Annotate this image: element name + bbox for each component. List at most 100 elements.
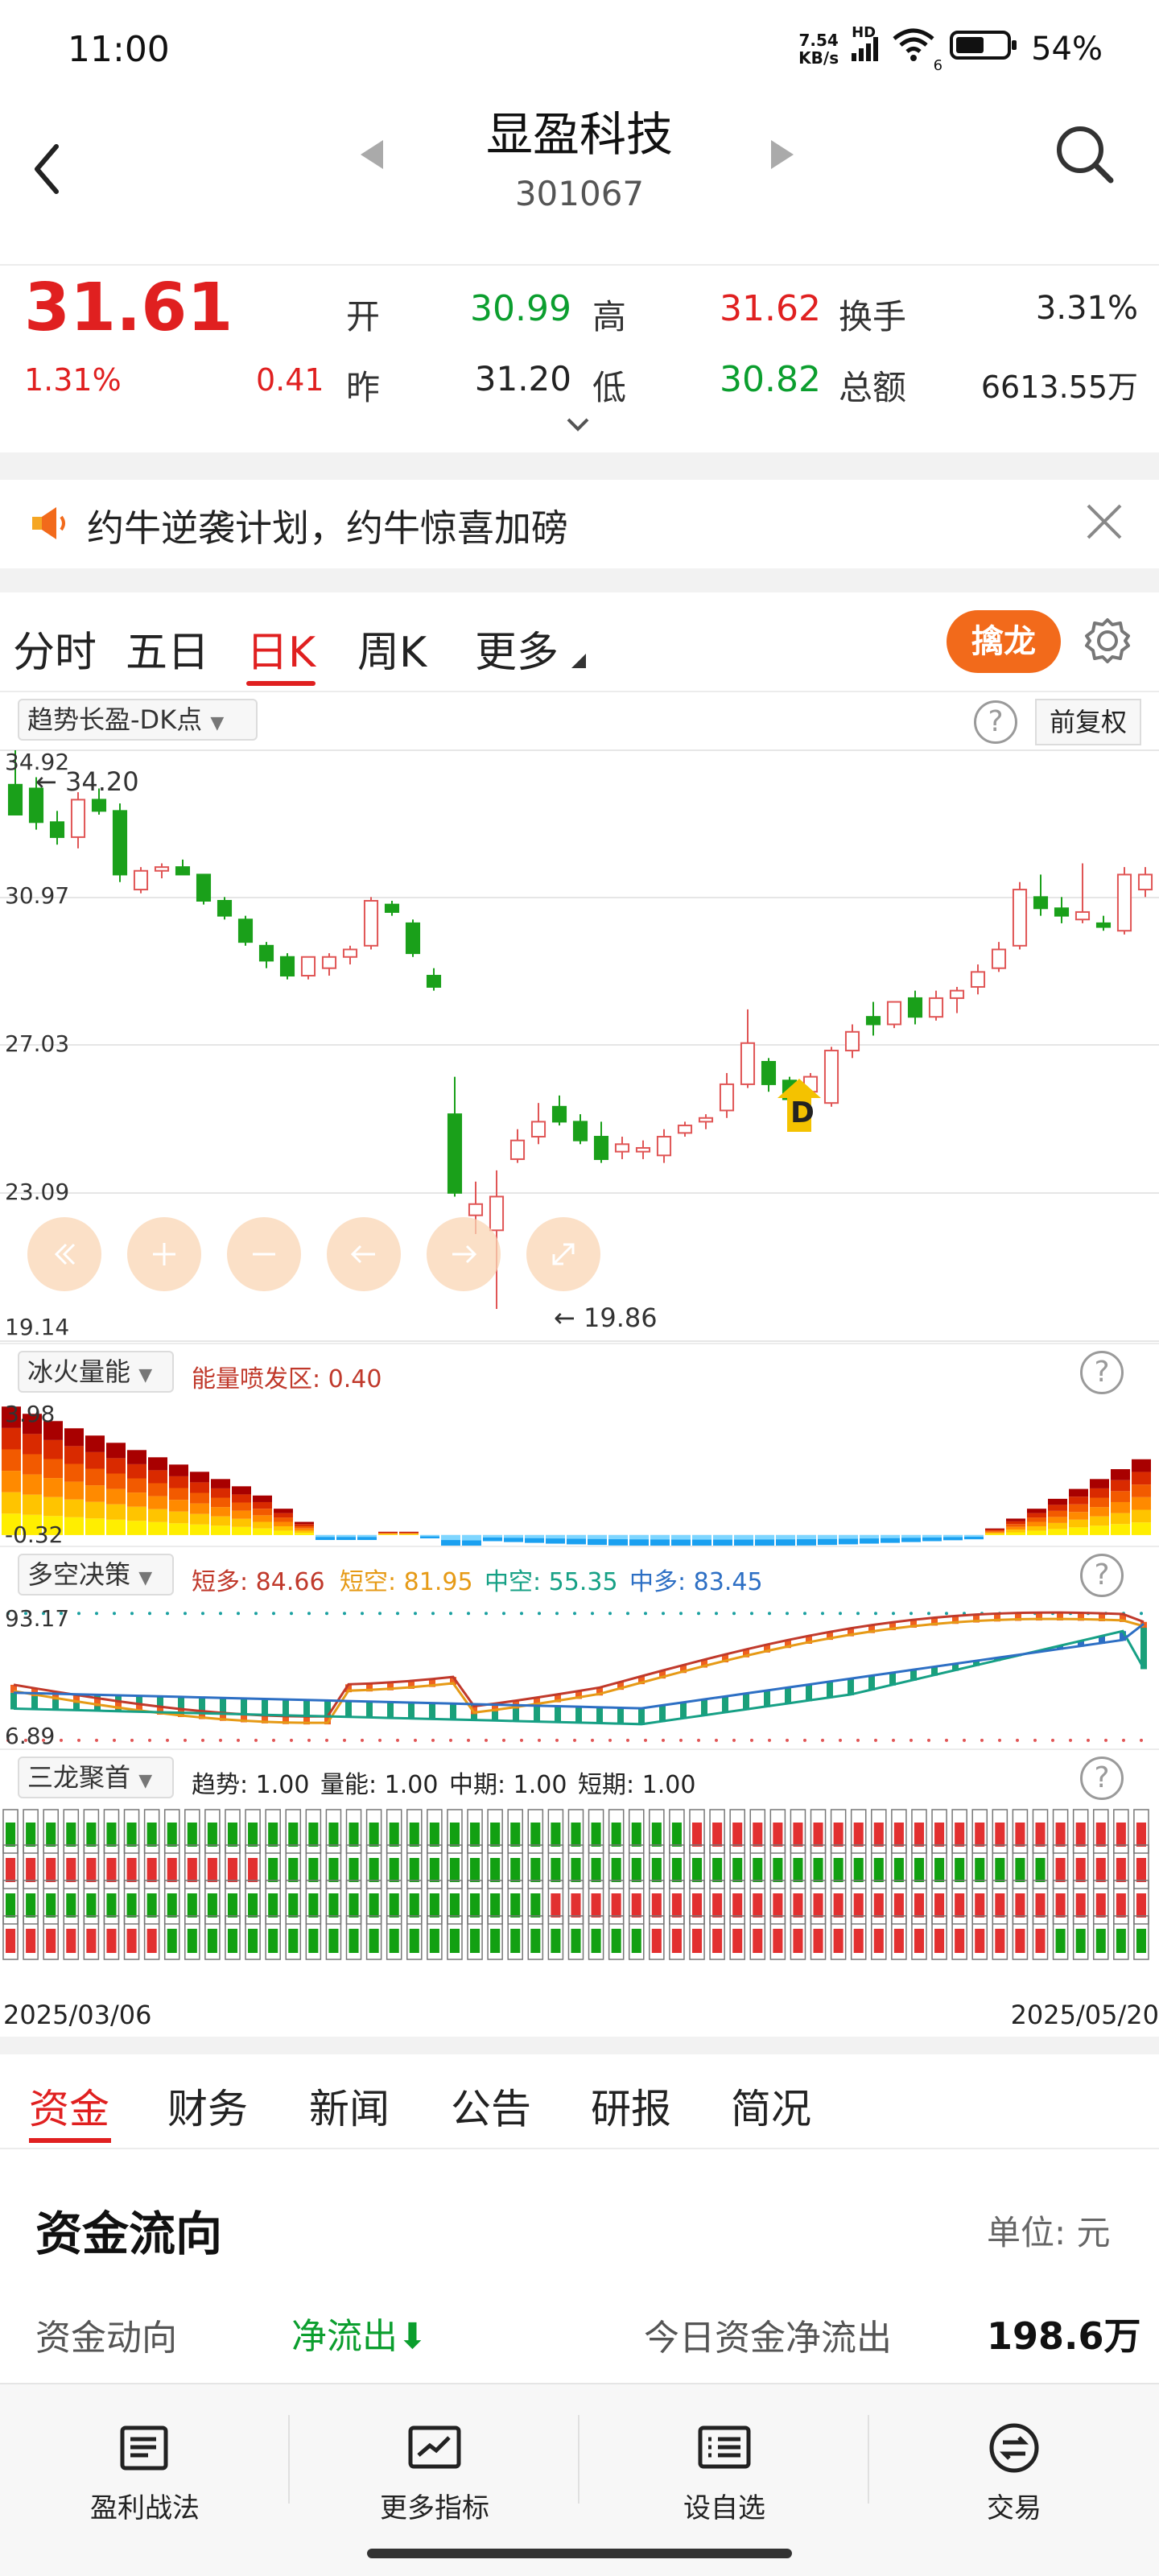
nav-add-watchlist[interactable]: 设自选 bbox=[604, 2421, 845, 2525]
chevron-down-icon[interactable] bbox=[563, 415, 592, 439]
amount-value: 6613.55万 bbox=[980, 369, 1138, 405]
vol-bar bbox=[985, 1530, 1004, 1532]
vol-bar-top bbox=[546, 1534, 565, 1539]
main-indicator-select[interactable]: 趋势长盈-DK点 ▼ bbox=[18, 699, 258, 741]
sl-cell bbox=[1015, 1858, 1025, 1882]
sl-cell bbox=[46, 1893, 56, 1918]
threshold-dot bbox=[892, 1612, 895, 1616]
threshold-dot bbox=[396, 1612, 399, 1616]
sl-chart bbox=[2, 1809, 1149, 1960]
vol-bar bbox=[1069, 1527, 1088, 1535]
dk-fill-bar bbox=[283, 1699, 289, 1716]
vol-bar bbox=[399, 1534, 419, 1535]
help-icon[interactable]: ? bbox=[1080, 1554, 1124, 1597]
tab-five-day[interactable]: 五日 bbox=[126, 618, 209, 679]
tab-finance[interactable]: 财务 bbox=[167, 2077, 248, 2135]
gear-icon[interactable] bbox=[1082, 615, 1133, 670]
vol-bar bbox=[1048, 1529, 1067, 1535]
tab-profile[interactable]: 简况 bbox=[731, 2077, 811, 2135]
vol-bar-top bbox=[860, 1534, 879, 1539]
tab-research[interactable]: 研报 bbox=[591, 2077, 671, 2135]
sl-cell bbox=[914, 1823, 925, 1847]
sl-cell bbox=[349, 1893, 359, 1918]
tab-fund[interactable]: 资金 bbox=[29, 2077, 109, 2135]
threshold-dot bbox=[679, 1738, 683, 1742]
sl-cell bbox=[793, 1823, 803, 1847]
nav-separator bbox=[288, 2415, 290, 2504]
scroll-start-icon[interactable] bbox=[27, 1217, 101, 1291]
vol-bar bbox=[211, 1516, 230, 1526]
sl-cell bbox=[1055, 1858, 1066, 1882]
vol-bar bbox=[169, 1511, 188, 1524]
candle-body bbox=[991, 948, 1007, 969]
sl-cell bbox=[691, 1893, 703, 1918]
threshold-dot bbox=[414, 1738, 417, 1742]
candle-body bbox=[196, 873, 212, 902]
tab-daily-k[interactable]: 日K bbox=[246, 618, 316, 679]
tab-announcement[interactable]: 公告 bbox=[451, 2077, 531, 2135]
vol-bar bbox=[1006, 1521, 1025, 1525]
dropdown-icon: ▼ bbox=[138, 1365, 153, 1385]
threshold-dot bbox=[786, 1612, 789, 1616]
sl-indicator-select[interactable]: 三龙聚首 ▼ bbox=[18, 1757, 174, 1798]
scroll-right-icon[interactable] bbox=[427, 1217, 501, 1291]
scroll-left-icon[interactable] bbox=[327, 1217, 401, 1291]
vol-bar bbox=[232, 1502, 251, 1511]
divider bbox=[0, 1343, 1159, 1344]
sl-cell bbox=[86, 1893, 97, 1918]
sl-cell bbox=[429, 1858, 439, 1882]
vol-bar bbox=[1069, 1488, 1088, 1497]
dk-fill-bar bbox=[10, 1692, 17, 1710]
dk-indicator-select[interactable]: 多空决策 ▼ bbox=[18, 1554, 174, 1596]
sl-cell bbox=[328, 1823, 339, 1847]
vol-bar bbox=[1027, 1530, 1046, 1535]
search-icon[interactable] bbox=[1053, 122, 1117, 190]
tab-more[interactable]: 更多 bbox=[475, 618, 559, 679]
vol-bar bbox=[64, 1517, 84, 1535]
nav-more-indicators[interactable]: 更多指标 bbox=[314, 2421, 555, 2525]
zoom-in-icon[interactable] bbox=[127, 1217, 201, 1291]
zoom-out-icon[interactable] bbox=[227, 1217, 301, 1291]
tab-weekly-k[interactable]: 周K bbox=[357, 618, 427, 679]
sl-cell bbox=[773, 1858, 783, 1882]
vol-bar bbox=[378, 1534, 398, 1535]
qinlong-button[interactable]: 擒龙 bbox=[947, 610, 1061, 673]
sl-cell bbox=[1075, 1858, 1086, 1882]
vol-bar bbox=[1006, 1532, 1025, 1535]
sl-cell bbox=[227, 1823, 238, 1847]
adjust-button[interactable]: 前复权 bbox=[1035, 699, 1141, 745]
nav-profit-strategy[interactable]: 盈利战法 bbox=[24, 2421, 266, 2525]
nav-trade[interactable]: 交易 bbox=[893, 2421, 1135, 2525]
tab-intraday[interactable]: 分时 bbox=[13, 618, 97, 679]
sl-cell bbox=[691, 1858, 703, 1882]
sl-cell bbox=[631, 1929, 641, 1953]
vol-bar bbox=[148, 1470, 167, 1484]
sl-cell bbox=[773, 1893, 783, 1918]
fullscreen-icon[interactable] bbox=[526, 1217, 600, 1291]
sl-cell bbox=[308, 1929, 319, 1953]
sl-cell bbox=[389, 1858, 399, 1882]
sl-cell bbox=[349, 1823, 359, 1847]
y-axis-2: 30.97 bbox=[5, 882, 70, 909]
tabs-divider bbox=[0, 691, 1159, 692]
banner-text[interactable]: 约牛逆袭计划，约牛惊喜加磅 bbox=[87, 499, 568, 552]
close-icon[interactable] bbox=[1083, 501, 1125, 546]
sl-cell bbox=[591, 1893, 601, 1918]
next-stock-icon[interactable] bbox=[765, 137, 800, 175]
vol-bar bbox=[85, 1485, 105, 1502]
help-icon[interactable]: ? bbox=[974, 700, 1017, 744]
sl-cell bbox=[126, 1893, 137, 1918]
vol-bar bbox=[399, 1531, 419, 1533]
sl-cell bbox=[470, 1893, 481, 1918]
dk-value-4: 中多: 83.45 bbox=[629, 1568, 763, 1596]
tab-news[interactable]: 新闻 bbox=[309, 2077, 390, 2135]
help-icon[interactable]: ? bbox=[1080, 1757, 1124, 1800]
threshold-dot bbox=[732, 1738, 736, 1742]
help-icon[interactable]: ? bbox=[1080, 1351, 1124, 1394]
threshold-dot bbox=[467, 1612, 470, 1616]
vol-indicator-select[interactable]: 冰火量能 ▼ bbox=[18, 1351, 174, 1393]
dk-fill-bar bbox=[241, 1698, 247, 1715]
sl-cell bbox=[146, 1893, 157, 1918]
sl-cell bbox=[571, 1929, 581, 1953]
vol-bar-top bbox=[901, 1534, 921, 1538]
